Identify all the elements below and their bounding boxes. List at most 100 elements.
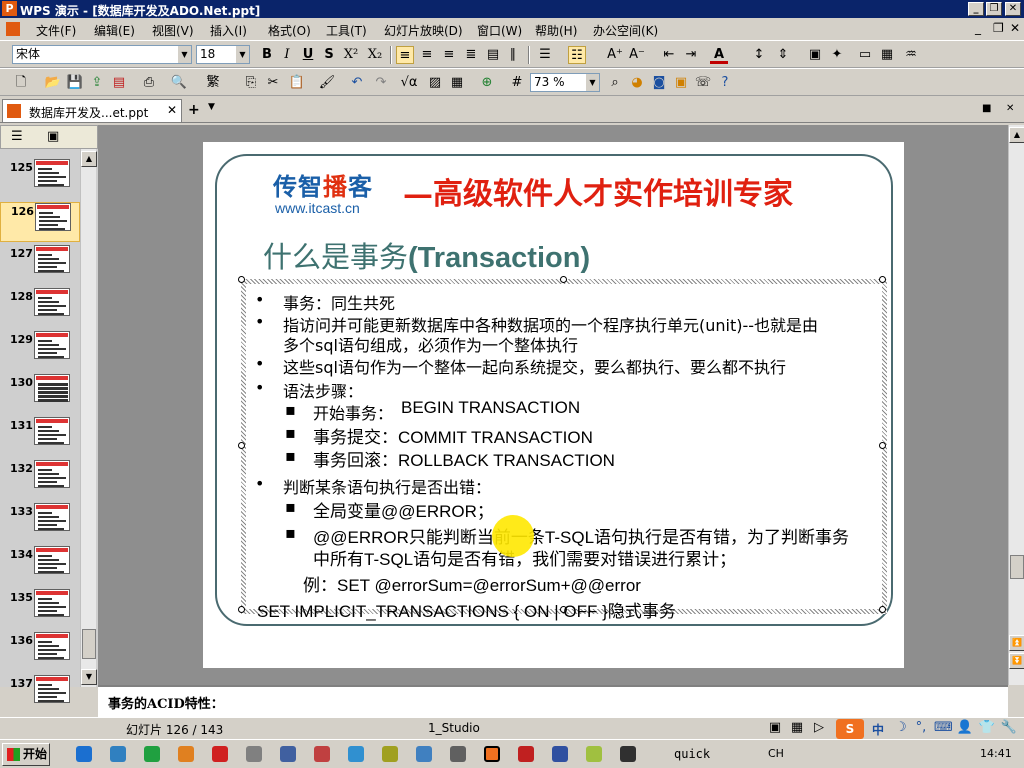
increase-font-icon[interactable]: A⁺: [606, 46, 624, 64]
ime-keyboard-icon[interactable]: ⌨: [934, 719, 953, 737]
scroll-up-icon[interactable]: ▲: [81, 151, 97, 167]
bullet-list-icon[interactable]: ☷: [568, 46, 586, 64]
resize-handle[interactable]: [238, 606, 245, 613]
find-icon[interactable]: ⌕: [606, 74, 624, 92]
quicklaunch-icon[interactable]: [416, 746, 432, 762]
feedback-icon[interactable]: ☏: [694, 74, 712, 92]
align-left-icon[interactable]: ≡: [396, 46, 414, 64]
quicklaunch-icon[interactable]: [246, 746, 262, 762]
scroll-thumb[interactable]: [1010, 555, 1024, 579]
slide-canvas[interactable]: 传智播客 www.itcast.cn —高级软件人才实作培训专家 什么是事务(T…: [203, 142, 904, 668]
save-icon[interactable]: 💾: [66, 74, 84, 92]
quicklaunch-icon[interactable]: [348, 746, 364, 762]
align-right-icon[interactable]: ≡: [440, 46, 458, 64]
quicklaunch-icon[interactable]: [552, 746, 568, 762]
new-tab-button[interactable]: +: [188, 102, 200, 118]
quicklaunch-icon[interactable]: [314, 746, 330, 762]
resize-handle[interactable]: [879, 606, 886, 613]
ime-punct-icon[interactable]: °,: [912, 719, 930, 737]
quicklaunch-icon[interactable]: [518, 746, 534, 762]
open-folder-icon[interactable]: 📂: [44, 74, 62, 92]
print-icon[interactable]: ⎙: [140, 74, 158, 92]
resize-handle[interactable]: [879, 276, 886, 283]
zoom-select[interactable]: 73 % ▼: [530, 73, 600, 92]
font-size-select[interactable]: 18 ▼: [196, 45, 250, 64]
slideshow-view-icon[interactable]: ▷: [810, 719, 828, 737]
slide-thumbnail[interactable]: 125: [0, 159, 80, 199]
save-as-icon[interactable]: ⇪: [88, 74, 106, 92]
line-spacing-icon[interactable]: ↕: [750, 46, 768, 64]
scroll-thumb[interactable]: [82, 629, 96, 659]
minimize-button[interactable]: _: [968, 2, 984, 16]
decrease-indent-icon[interactable]: ⇤: [660, 46, 678, 64]
quicklaunch-icon[interactable]: [586, 746, 602, 762]
ime-indicator[interactable]: CH: [768, 747, 784, 760]
quicklaunch-icon[interactable]: [280, 746, 296, 762]
font-family-select[interactable]: 宋体 ▼: [12, 45, 192, 64]
quicklaunch-icon[interactable]: [450, 746, 466, 762]
resize-handle[interactable]: [560, 276, 567, 283]
copy-icon[interactable]: ⎘: [242, 74, 260, 92]
slide-thumbnail[interactable]: 127: [0, 245, 80, 285]
ime-shirt-icon[interactable]: 👕: [978, 719, 996, 737]
doc-restore-button[interactable]: ❐: [993, 21, 1004, 35]
sogou-ime-icon[interactable]: S: [836, 719, 864, 739]
italic-icon[interactable]: I: [278, 46, 296, 64]
menu-format[interactable]: 格式(O): [268, 22, 311, 39]
gallery-icon[interactable]: ▣: [672, 74, 690, 92]
table-icon[interactable]: ▦: [878, 46, 896, 64]
pdf-export-icon[interactable]: ▤: [110, 74, 128, 92]
menu-file[interactable]: 文件(F): [36, 22, 76, 39]
undo-icon[interactable]: ↶: [348, 74, 366, 92]
thumbnail-scrollbar[interactable]: ▲ ▼: [80, 149, 97, 687]
slide-thumbnail[interactable]: 133: [0, 503, 80, 543]
traditional-chinese-icon[interactable]: 繁: [204, 74, 222, 92]
quicklaunch-icon[interactable]: [382, 746, 398, 762]
menu-edit[interactable]: 编辑(E): [94, 22, 135, 39]
quicklaunch-icon[interactable]: [620, 746, 636, 762]
slide-thumbnail[interactable]: 134: [0, 546, 80, 586]
quick-search-label[interactable]: quick: [674, 747, 710, 761]
format-brush-icon[interactable]: 🖌: [318, 74, 336, 92]
scroll-up-icon[interactable]: ▲: [1009, 127, 1024, 143]
menu-office-space[interactable]: 办公空间(K): [593, 22, 658, 39]
ime-chinese-icon[interactable]: 中: [872, 721, 884, 738]
numbered-list-icon[interactable]: ☰: [536, 46, 554, 64]
superscript-icon[interactable]: X²: [342, 46, 360, 64]
layout-icon[interactable]: ▭: [856, 46, 874, 64]
start-button[interactable]: 开始: [2, 743, 50, 766]
format-painter-icon[interactable]: ♒: [902, 46, 920, 64]
slide-thumbnail[interactable]: 136: [0, 632, 80, 672]
slide-thumbnail[interactable]: 126: [0, 202, 80, 242]
notes-pane[interactable]: 事务的ACID特性：: [98, 685, 1008, 717]
column-icon[interactable]: ∥: [504, 46, 522, 64]
paragraph-spacing-icon[interactable]: ⇕: [774, 46, 792, 64]
normal-view-icon[interactable]: ▣: [766, 719, 784, 737]
quicklaunch-icon[interactable]: [110, 746, 126, 762]
scroll-down-icon[interactable]: ▼: [81, 669, 97, 685]
menu-tools[interactable]: 工具(T): [326, 22, 367, 39]
next-slide-icon[interactable]: ⏬: [1009, 653, 1024, 669]
slides-tab-icon[interactable]: ▣: [47, 129, 59, 144]
color-wheel-icon[interactable]: ◕: [628, 74, 646, 92]
sorter-view-icon[interactable]: ▦: [788, 719, 806, 737]
editor-scrollbar[interactable]: ▲ ⏫ ⏬: [1008, 125, 1024, 685]
online-template-icon[interactable]: ◙: [650, 74, 668, 92]
decrease-font-icon[interactable]: A⁻: [628, 46, 646, 64]
subscript-icon[interactable]: X₂: [366, 46, 384, 64]
tab-close-icon[interactable]: ✕: [1006, 103, 1014, 114]
slide-thumbnail[interactable]: 128: [0, 288, 80, 328]
insert-table-icon[interactable]: ▦: [448, 74, 466, 92]
doc-close-button[interactable]: ✕: [1010, 21, 1020, 35]
slide-thumbnail[interactable]: 137: [0, 675, 80, 715]
chevron-down-icon[interactable]: ▼: [208, 102, 215, 112]
menu-slideshow[interactable]: 幻灯片放映(D): [384, 22, 463, 39]
close-button[interactable]: ✕: [1005, 2, 1021, 16]
resize-handle[interactable]: [238, 442, 245, 449]
quicklaunch-icon[interactable]: [178, 746, 194, 762]
slide-thumbnail[interactable]: 135: [0, 589, 80, 629]
new-icon[interactable]: 🗋: [12, 74, 30, 92]
shadow-icon[interactable]: S: [320, 46, 338, 64]
new-slide-icon[interactable]: ▣: [806, 46, 824, 64]
distribute-icon[interactable]: ▤: [484, 46, 502, 64]
